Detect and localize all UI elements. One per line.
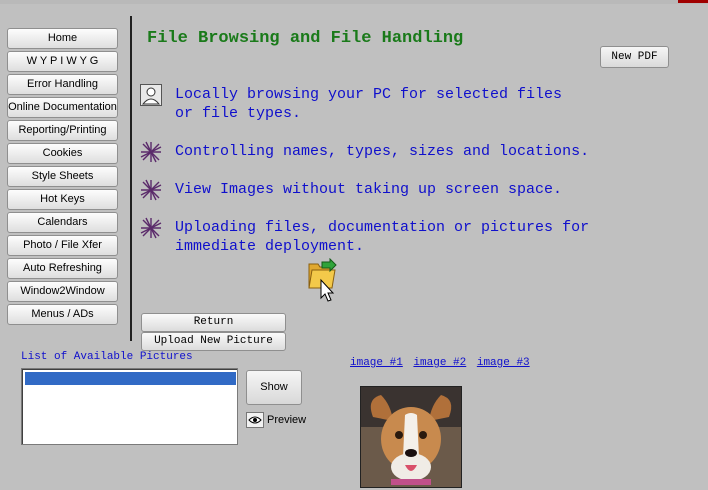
preview-label: Preview (267, 414, 307, 426)
feature-text-controlling: Controlling names, types, sizes and loca… (175, 143, 590, 160)
image-link-3[interactable]: image #3 (477, 357, 530, 369)
dog-photo (360, 386, 462, 488)
vertical-divider (130, 16, 132, 341)
nav-hot-keys-button[interactable]: Hot Keys (7, 189, 118, 210)
return-button[interactable]: Return (141, 313, 286, 332)
nav-home-button[interactable]: Home (7, 28, 118, 49)
page-title: File Browsing and File Handling (147, 29, 464, 48)
spark-icon (140, 217, 162, 239)
preview-toggle[interactable]: Preview (246, 412, 306, 428)
upload-new-picture-button[interactable]: Upload New Picture (141, 332, 286, 351)
nav-online-documentation-button[interactable]: Online Documentation (7, 97, 118, 118)
pictures-listbox[interactable] (21, 368, 238, 445)
sidebar-nav: Home W Y P I W Y G Error Handling Online… (7, 28, 119, 327)
pictures-list-label: List of Available Pictures (21, 351, 193, 363)
user-icon (140, 84, 162, 106)
nav-reporting-printing-button[interactable]: Reporting/Printing (7, 120, 118, 141)
image-links: image #1 image #2 image #3 (350, 357, 534, 369)
feature-text-uploading: Uploading files, documentation or pictur… (175, 219, 590, 255)
feature-text-browsing: Locally browsing your PC for selected fi… (175, 86, 563, 122)
new-pdf-button[interactable]: New PDF (600, 46, 669, 68)
selected-list-item[interactable] (25, 372, 236, 385)
nav-auto-refreshing-button[interactable]: Auto Refreshing (7, 258, 118, 279)
nav-window2window-button[interactable]: Window2Window (7, 281, 118, 302)
spark-icon (140, 179, 162, 201)
nav-calendars-button[interactable]: Calendars (7, 212, 118, 233)
show-button[interactable]: Show (246, 370, 302, 405)
nav-style-sheets-button[interactable]: Style Sheets (7, 166, 118, 187)
image-link-1[interactable]: image #1 (350, 357, 403, 369)
feature-text-view-images: View Images without taking up screen spa… (175, 181, 563, 198)
nav-photo-file-xfer-button[interactable]: Photo / File Xfer (7, 235, 118, 256)
folder-upload-icon[interactable] (308, 257, 338, 302)
top-border (0, 0, 708, 4)
nav-error-handling-button[interactable]: Error Handling (7, 74, 118, 95)
nav-cookies-button[interactable]: Cookies (7, 143, 118, 164)
nav-menus-ads-button[interactable]: Menus / ADs (7, 304, 118, 325)
nav-wypiwyg-button[interactable]: W Y P I W Y G (7, 51, 118, 72)
image-link-2[interactable]: image #2 (413, 357, 466, 369)
window-edge-accent (678, 0, 708, 3)
spark-icon (140, 141, 162, 163)
eye-icon[interactable] (246, 412, 264, 428)
